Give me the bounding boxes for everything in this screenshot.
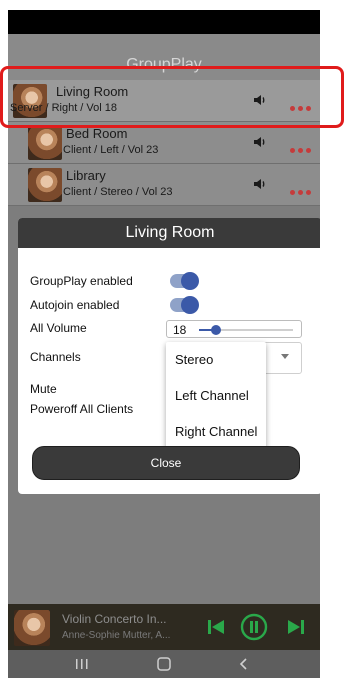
status-bar — [8, 10, 320, 34]
speaker-icon[interactable] — [252, 134, 268, 150]
app-title-bar: GroupPlay — [8, 34, 320, 80]
autojoin-enabled-label: Autojoin enabled — [30, 298, 120, 312]
more-options-icon[interactable] — [290, 140, 316, 153]
app-title: GroupPlay — [126, 56, 202, 73]
channel-option-stereo[interactable]: Stereo — [166, 342, 266, 378]
phone-screen: GroupPlay Living Room Server / Right / V… — [8, 10, 320, 678]
volume-slider-thumb[interactable] — [210, 325, 221, 335]
room-detail: Client / Stereo / Vol 23 — [63, 186, 173, 198]
groupplay-enabled-label: GroupPlay enabled — [30, 274, 133, 288]
mute-label: Mute — [30, 382, 57, 396]
toggle-knob — [181, 272, 199, 290]
recent-apps-icon[interactable] — [72, 656, 92, 672]
more-options-icon[interactable] — [290, 98, 316, 111]
poweroff-all-clients-label: Poweroff All Clients — [30, 402, 134, 416]
previous-track-icon[interactable] — [204, 615, 228, 639]
all-volume-label: All Volume — [30, 321, 87, 335]
album-art — [14, 610, 50, 646]
autojoin-enabled-toggle[interactable] — [170, 296, 199, 314]
channels-dropdown: Stereo Left Channel Right Channel — [166, 342, 266, 450]
speaker-icon[interactable] — [252, 176, 268, 192]
speaker-icon[interactable] — [252, 92, 268, 108]
pause-icon[interactable] — [240, 613, 268, 641]
room-item-bed-room[interactable]: Bed Room Client / Left / Vol 23 — [8, 122, 320, 164]
toggle-knob — [181, 296, 199, 314]
chevron-down-icon — [281, 354, 289, 359]
more-options-icon[interactable] — [290, 182, 316, 195]
dialog-header: Living Room — [18, 218, 320, 248]
now-playing-artist: Anne-Sophie Mutter, A... — [62, 630, 171, 641]
room-thumbnail — [28, 126, 62, 160]
room-name: Living Room — [56, 84, 129, 99]
room-detail: Client / Left / Vol 23 — [63, 144, 159, 156]
home-icon[interactable] — [154, 656, 174, 672]
all-volume-value[interactable]: 18 — [173, 323, 186, 337]
channels-label: Channels — [30, 350, 81, 364]
channel-option-right[interactable]: Right Channel — [166, 414, 266, 450]
room-name: Bed Room — [66, 126, 128, 141]
next-track-icon[interactable] — [284, 615, 308, 639]
now-playing-title: Violin Concerto In... — [62, 612, 167, 626]
groupplay-enabled-toggle[interactable] — [170, 272, 199, 290]
room-list: Living Room Server / Right / Vol 18 Bed … — [8, 80, 320, 206]
back-icon[interactable] — [234, 656, 254, 672]
room-item-living-room[interactable]: Living Room Server / Right / Vol 18 — [8, 80, 320, 122]
android-nav-bar — [8, 650, 320, 678]
room-detail: Server / Right / Vol 18 — [10, 102, 117, 114]
close-button[interactable]: Close — [32, 446, 300, 480]
room-name: Library — [66, 168, 106, 183]
room-thumbnail — [28, 168, 62, 202]
channel-option-left[interactable]: Left Channel — [166, 378, 266, 414]
dialog-title: Living Room — [125, 224, 215, 241]
now-playing-bar[interactable]: Violin Concerto In... Anne-Sophie Mutter… — [8, 604, 320, 650]
volume-slider-track[interactable] — [199, 325, 293, 335]
room-item-library[interactable]: Library Client / Stereo / Vol 23 — [8, 164, 320, 206]
all-volume-control: 18 — [166, 320, 302, 338]
